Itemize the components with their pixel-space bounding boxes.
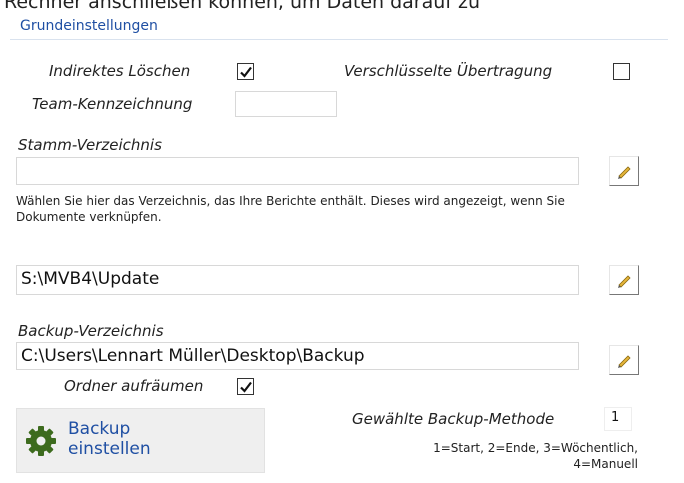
indirect-delete-label: Indirektes Löschen: [49, 62, 191, 80]
backup-method-legend-line1: 1=Start, 2=Ende, 3=Wöchentlich,: [433, 441, 638, 455]
team-label: Team-Kennzeichnung: [32, 95, 193, 113]
section-title: Grundeinstellungen: [20, 18, 158, 34]
backup-settings-label[interactable]: Backup einstellen: [68, 419, 151, 459]
pencil-icon: [618, 166, 631, 179]
checkmark-icon: [239, 66, 252, 78]
cleanup-label: Ordner aufräumen: [64, 377, 204, 395]
backup-dir-input[interactable]: C:\Users\Lennart Müller\Desktop\Backup: [16, 342, 579, 370]
page-intro-text: Rechner anschließen können, um Daten dar…: [4, 0, 481, 13]
gear-icon: [24, 424, 58, 458]
backup-method-legend-line2: 4=Manuell: [573, 457, 638, 471]
team-input[interactable]: [235, 91, 337, 117]
encrypted-transfer-label: Verschlüsselte Übertragung: [344, 62, 553, 80]
checkmark-icon: [239, 381, 252, 393]
backup-dir-edit-button[interactable]: [609, 345, 639, 375]
root-dir-label: Stamm-Verzeichnis: [18, 136, 162, 154]
encrypted-transfer-checkbox[interactable]: [613, 63, 630, 80]
update-dir-edit-button[interactable]: [609, 265, 639, 295]
cleanup-checkbox[interactable]: [237, 378, 254, 395]
backup-method-input[interactable]: 1: [604, 407, 632, 431]
pencil-icon: [618, 355, 631, 368]
backup-settings-line1: Backup: [68, 419, 131, 439]
backup-dir-label: Backup-Verzeichnis: [18, 322, 164, 340]
backup-settings-line2: einstellen: [68, 439, 151, 459]
pencil-icon: [618, 275, 631, 288]
root-dir-hint: Wählen Sie hier das Verzeichnis, das Ihr…: [16, 194, 565, 224]
update-dir-input[interactable]: S:\MVB4\Update: [16, 265, 579, 295]
backup-method-label: Gewählte Backup-Methode: [352, 410, 555, 428]
section-divider: [10, 39, 668, 40]
root-dir-edit-button[interactable]: [609, 156, 639, 186]
backup-method-legend: 1=Start, 2=Ende, 3=Wöchentlich, 4=Manuel…: [330, 440, 638, 472]
indirect-delete-checkbox[interactable]: [237, 63, 254, 80]
root-dir-input[interactable]: [16, 157, 579, 185]
